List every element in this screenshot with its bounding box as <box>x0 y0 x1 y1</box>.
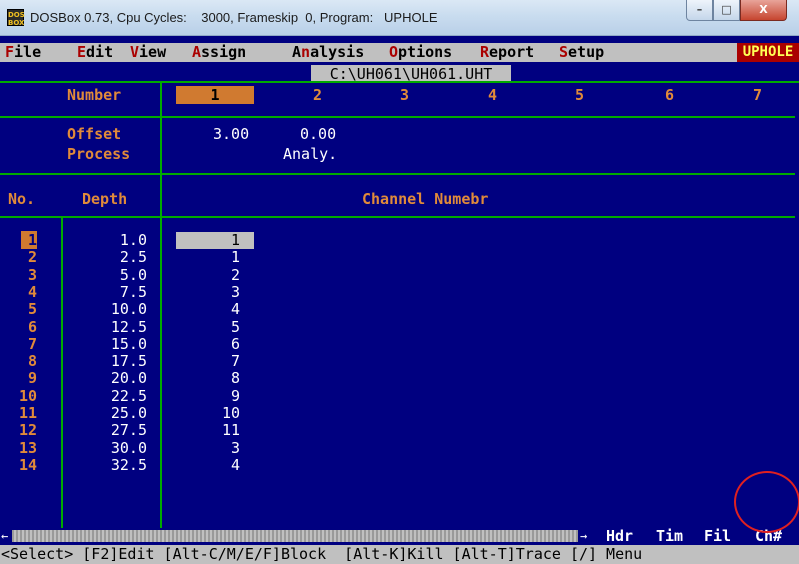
process-value-2[interactable]: Analy. <box>283 146 337 163</box>
dosbox-app-icon: DOS BOX <box>7 9 25 27</box>
menu-item-Assign[interactable]: Assign <box>192 44 246 61</box>
offset-value-2[interactable]: 0.00 <box>300 126 336 143</box>
frame-line-header <box>0 116 799 118</box>
tab-fil[interactable]: Fil <box>704 528 731 545</box>
window-title-bar[interactable]: DOS BOX DOSBox 0.73, Cpu Cycles: 3000, F… <box>0 0 799 36</box>
channel-cell[interactable]: 1 <box>176 249 240 266</box>
row-number[interactable]: 7 <box>0 336 37 353</box>
column-header-depth: Depth <box>82 190 128 208</box>
channel-cell[interactable]: 7 <box>176 353 240 370</box>
depth-cell[interactable]: 27.5 <box>80 422 147 439</box>
frame-line-top <box>0 81 799 83</box>
menu-item-View[interactable]: View <box>130 44 166 61</box>
frame-line-vertical-rows <box>61 217 63 528</box>
shot-number-selected[interactable]: 1 <box>176 86 254 104</box>
row-number[interactable]: 3 <box>0 267 37 284</box>
channel-cell-selected[interactable]: 1 <box>176 232 254 249</box>
depth-cell[interactable]: 7.5 <box>80 284 147 301</box>
menu-item-Analysis[interactable]: Analysis <box>292 44 364 61</box>
dos-screen: File Edit View Assign Analysis Options Report S… <box>0 36 799 564</box>
number-label: Number <box>67 86 122 104</box>
menu-item-Edit[interactable]: Edit <box>77 44 113 61</box>
depth-cell[interactable]: 15.0 <box>80 336 147 353</box>
column-header-no: No. <box>8 190 36 208</box>
channel-cell[interactable]: 3 <box>176 440 240 457</box>
depth-cell[interactable]: 30.0 <box>80 440 147 457</box>
shot-number-2[interactable]: 2 <box>313 87 322 104</box>
offset-value-1[interactable]: 3.00 <box>213 126 249 143</box>
depth-cell[interactable]: 10.0 <box>80 301 147 318</box>
annotation-circle <box>734 471 799 533</box>
row-number[interactable]: 5 <box>0 301 37 318</box>
depth-cell[interactable]: 2.5 <box>80 249 147 266</box>
depth-cell[interactable]: 5.0 <box>80 267 147 284</box>
channel-cell[interactable]: 10 <box>176 405 240 422</box>
frame-line-columns <box>0 216 799 218</box>
menu-item-Options[interactable]: Options <box>389 44 452 61</box>
window-title: DOSBox 0.73, Cpu Cycles: 3000, Frameskip… <box>30 10 438 25</box>
depth-cell[interactable]: 32.5 <box>80 457 147 474</box>
frame-line-process <box>0 173 799 175</box>
close-button[interactable]: X <box>740 0 787 21</box>
channel-cell[interactable]: 11 <box>176 422 240 439</box>
scroll-right-arrow-icon[interactable]: → <box>580 529 587 543</box>
scroll-left-arrow-icon[interactable]: ← <box>1 529 8 543</box>
row-number[interactable]: 9 <box>0 370 37 387</box>
depth-cell[interactable]: 1.0 <box>80 232 147 249</box>
shot-number-3[interactable]: 3 <box>400 87 409 104</box>
row-number[interactable]: 13 <box>0 440 37 457</box>
row-number[interactable]: 8 <box>0 353 37 370</box>
depth-cell[interactable]: 22.5 <box>80 388 147 405</box>
row-number[interactable]: 2 <box>0 249 37 266</box>
depth-cell[interactable]: 12.5 <box>80 319 147 336</box>
row-number-selected[interactable]: 1 <box>21 231 37 249</box>
scrollbar-track[interactable] <box>12 530 578 542</box>
shot-number-6[interactable]: 6 <box>665 87 674 104</box>
shot-number-4[interactable]: 4 <box>488 87 497 104</box>
row-number[interactable]: 14 <box>0 457 37 474</box>
menu-item-Setup[interactable]: Setup <box>559 44 604 61</box>
row-number[interactable]: 6 <box>0 319 37 336</box>
depth-cell[interactable]: 17.5 <box>80 353 147 370</box>
depth-cell[interactable]: 25.0 <box>80 405 147 422</box>
minimize-button[interactable]: – <box>686 0 713 21</box>
process-label: Process <box>67 145 131 163</box>
maximize-button[interactable]: □ <box>713 0 740 21</box>
menu-bar: File Edit View Assign Analysis Options Report S… <box>0 43 799 62</box>
shot-number-7[interactable]: 7 <box>753 87 762 104</box>
row-number[interactable]: 4 <box>0 284 37 301</box>
horizontal-scrollbar[interactable]: ← → <box>0 528 590 543</box>
right-edge <box>795 86 799 526</box>
column-header-channel: Channel Numebr <box>362 190 489 208</box>
channel-cell[interactable]: 5 <box>176 319 240 336</box>
menu-item-File[interactable]: File <box>5 44 41 61</box>
tab-tim[interactable]: Tim <box>656 528 683 545</box>
tab-hdr[interactable]: Hdr <box>606 528 633 545</box>
channel-cell[interactable]: 4 <box>176 301 240 318</box>
frame-line-vertical-main <box>160 82 162 528</box>
channel-cell[interactable]: 9 <box>176 388 240 405</box>
depth-cell[interactable]: 20.0 <box>80 370 147 387</box>
channel-cell[interactable]: 3 <box>176 284 240 301</box>
offset-label: Offset <box>67 125 122 143</box>
channel-cell[interactable]: 6 <box>176 336 240 353</box>
menu-item-Report[interactable]: Report <box>480 44 534 61</box>
row-number[interactable]: 10 <box>0 388 37 405</box>
shot-number-5[interactable]: 5 <box>575 87 584 104</box>
channel-cell[interactable]: 8 <box>176 370 240 387</box>
row-number[interactable]: 11 <box>0 405 37 422</box>
channel-cell[interactable]: 4 <box>176 457 240 474</box>
row-number[interactable]: 12 <box>0 422 37 439</box>
app-name-badge: UPHOLE <box>737 43 799 62</box>
status-bar: <Select> [F2]Edit [Alt-C/M/E/F]Block [Al… <box>0 545 799 564</box>
channel-cell[interactable]: 2 <box>176 267 240 284</box>
